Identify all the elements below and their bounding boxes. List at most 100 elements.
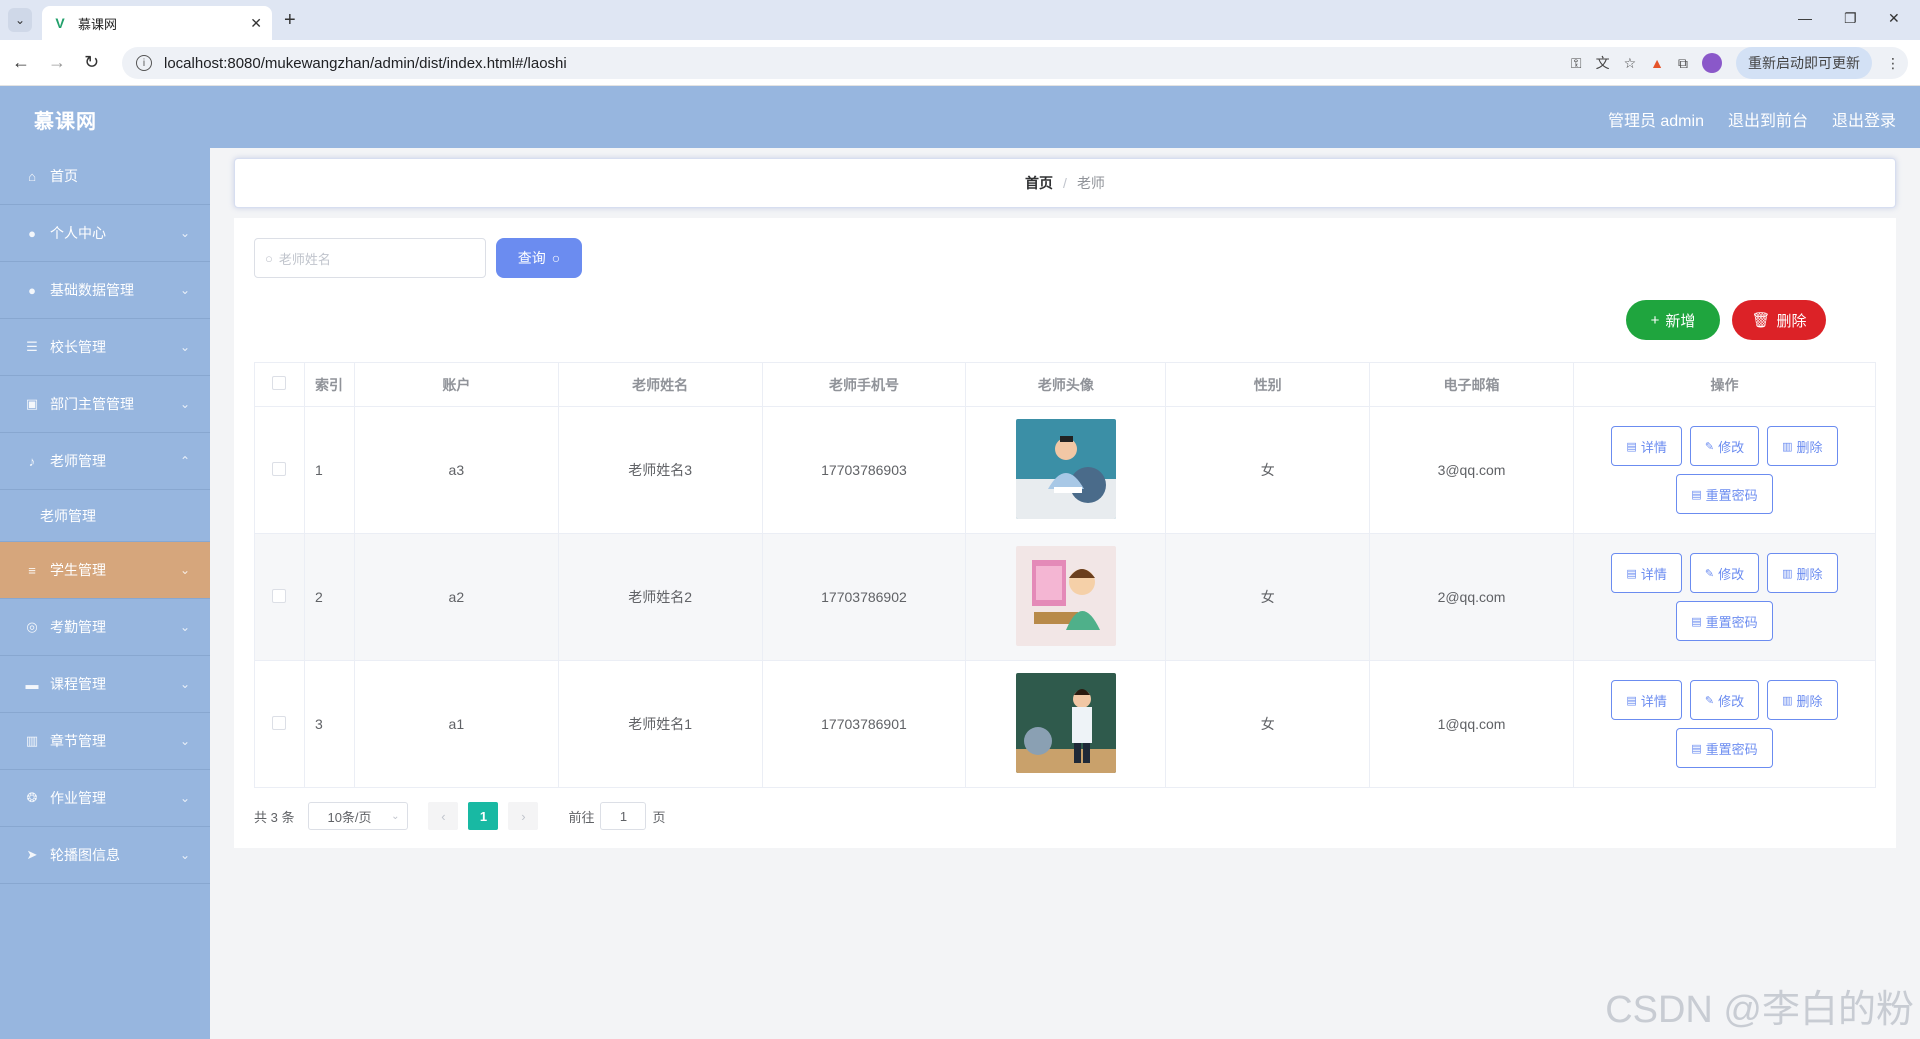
sidebar-item-student[interactable]: ≡ 学生管理 ⌄: [0, 542, 210, 599]
sidebar-item-dept-head[interactable]: ▣ 部门主管管理 ⌄: [0, 376, 210, 433]
translate-icon[interactable]: 文: [1596, 53, 1610, 73]
sidebar-item-principal[interactable]: ☰ 校长管理 ⌄: [0, 319, 210, 376]
next-page-button[interactable]: ›: [508, 802, 539, 830]
delete-label: 删除: [1796, 693, 1823, 709]
chat-icon: ▬: [25, 676, 39, 692]
sidebar-item-label: 轮播图信息: [50, 847, 120, 863]
sidebar-item-chapter[interactable]: ▥ 章节管理 ⌄: [0, 713, 210, 770]
send-icon: ➤: [26, 847, 38, 862]
key-icon[interactable]: ⚿: [1571, 55, 1582, 72]
page-number-current[interactable]: 1: [468, 802, 499, 830]
edit-button[interactable]: ✎ 修改: [1689, 553, 1760, 593]
tab-search-button[interactable]: ⌄: [8, 8, 32, 32]
chevron-down-icon: ⌄: [179, 734, 190, 748]
close-tab-icon[interactable]: ✕: [250, 15, 262, 32]
col-header: 操作: [1572, 362, 1877, 407]
teacher-name-search-input[interactable]: ○ 老师姓名: [254, 238, 486, 278]
site-info-icon[interactable]: i: [136, 55, 152, 71]
delete-button[interactable]: ▥ 删除: [1767, 426, 1838, 466]
update-button[interactable]: 重新启动即可更新: [1736, 47, 1872, 79]
edit-label: 修改: [1718, 566, 1745, 582]
page-size-value: 10条/页: [327, 809, 372, 825]
reload-icon[interactable]: ↻: [84, 52, 99, 73]
puzzle-icon[interactable]: ⧉: [1678, 55, 1688, 72]
trash-icon: 🗑: [1751, 312, 1771, 329]
browser-tab[interactable]: V 慕课网 ✕: [42, 6, 272, 40]
goto-prefix: 前往: [568, 809, 595, 825]
sidebar-item-basic-data[interactable]: ● 基础数据管理 ⌄: [0, 262, 210, 319]
teacher-avatar-image: [1015, 545, 1116, 646]
row-checkbox[interactable]: [272, 715, 287, 730]
close-window-icon[interactable]: ✕: [1888, 10, 1900, 27]
edit-button[interactable]: ✎ 修改: [1689, 426, 1760, 466]
address-bar[interactable]: i localhost:8080/mukewangzhan/admin/dist…: [122, 47, 1908, 79]
breadcrumb-home[interactable]: 首页: [1025, 173, 1053, 193]
star-icon[interactable]: ☆: [1624, 55, 1637, 72]
row-checkbox[interactable]: [272, 588, 287, 603]
sidebar-item-label: 考勤管理: [50, 619, 106, 635]
chevron-down-icon: ⌄: [179, 677, 190, 691]
cell-gender: 女: [1165, 533, 1371, 661]
row-checkbox[interactable]: [272, 461, 287, 476]
clipboard-icon: ▣: [25, 396, 39, 411]
sidebar-item-label: 个人中心: [50, 225, 106, 241]
more-icon[interactable]: ⋮: [1886, 55, 1900, 72]
detail-button[interactable]: ▤ 详情: [1611, 553, 1682, 593]
cell-gender: 女: [1165, 660, 1371, 788]
detail-button[interactable]: ▤ 详情: [1611, 680, 1682, 720]
plus-icon: +: [1650, 311, 1660, 329]
breadcrumb: 首页 / 老师: [234, 158, 1896, 208]
reset-password-button[interactable]: ▤ 重置密码: [1676, 728, 1773, 768]
sidebar-item-label: 基础数据管理: [50, 282, 134, 298]
add-button[interactable]: + 新增: [1626, 300, 1720, 340]
query-button[interactable]: 查询 ○: [496, 238, 582, 278]
sidebar-item-home[interactable]: ⌂ 首页: [0, 148, 210, 205]
back-to-front-link[interactable]: 退出到前台: [1728, 107, 1808, 131]
edit-button[interactable]: ✎ 修改: [1689, 680, 1760, 720]
reset-password-button[interactable]: ▤ 重置密码: [1676, 474, 1773, 514]
delete-button[interactable]: ▥ 删除: [1767, 553, 1838, 593]
back-icon[interactable]: ←: [12, 52, 30, 73]
logout-link[interactable]: 退出登录: [1832, 107, 1896, 131]
col-header: 老师头像: [965, 362, 1167, 407]
col-header: 电子邮箱: [1369, 362, 1574, 407]
sidebar-item-personal-center[interactable]: ● 个人中心 ⌄: [0, 205, 210, 262]
extension-icon[interactable]: ▲: [1650, 55, 1664, 71]
table-row: 2 a2 老师姓名2 17703786902 女 2@qq.com ▤ 详情 ✎…: [254, 533, 1877, 661]
sidebar-item-attendance[interactable]: ◎ 考勤管理 ⌄: [0, 599, 210, 656]
delete-label: 删除: [1796, 439, 1823, 455]
new-tab-button[interactable]: +: [284, 9, 296, 32]
chevron-down-icon: ⌄: [179, 340, 190, 354]
minimize-icon[interactable]: —: [1798, 10, 1812, 26]
forward-icon[interactable]: →: [48, 52, 66, 73]
sidebar-item-carousel[interactable]: ➤ 轮播图信息 ⌄: [0, 827, 210, 884]
delete-button[interactable]: ▥ 删除: [1767, 680, 1838, 720]
reset-password-button[interactable]: ▤ 重置密码: [1676, 601, 1773, 641]
home-icon: ⌂: [28, 168, 36, 184]
chevron-down-icon: ⌄: [179, 397, 190, 411]
col-header: 索引: [303, 362, 355, 407]
teacher-avatar-image: [1015, 672, 1116, 773]
document-icon: ▤: [1691, 742, 1702, 755]
select-all-checkbox[interactable]: [272, 376, 287, 390]
profile-avatar[interactable]: [1702, 53, 1722, 73]
prev-page-button[interactable]: ‹: [428, 802, 459, 830]
batch-delete-button[interactable]: 🗑 删除: [1732, 300, 1826, 340]
sidebar-item-teacher[interactable]: ♪ 老师管理 ⌃: [0, 433, 210, 490]
globe-icon: ◎: [26, 619, 38, 634]
edit-icon: ✎: [1704, 567, 1715, 580]
goto-page-input[interactable]: 1: [600, 802, 647, 830]
page-size-select[interactable]: 10条/页 ⌄: [308, 802, 409, 830]
brand-title: 慕课网: [34, 111, 97, 133]
sidebar-item-label: 首页: [50, 168, 78, 184]
sidebar-item-course[interactable]: ▬ 课程管理 ⌄: [0, 656, 210, 713]
query-label: 查询: [517, 250, 546, 266]
trash-icon: ▥: [1782, 567, 1793, 580]
cell-email: 3@qq.com: [1369, 406, 1574, 534]
search-icon: ○: [551, 250, 561, 266]
detail-button[interactable]: ▤ 详情: [1611, 426, 1682, 466]
sidebar-subitem-teacher-manage[interactable]: 老师管理: [0, 490, 210, 542]
aperture-icon: ❂: [26, 790, 38, 805]
restore-icon[interactable]: ❐: [1844, 10, 1857, 27]
sidebar-item-homework[interactable]: ❂ 作业管理 ⌄: [0, 770, 210, 827]
